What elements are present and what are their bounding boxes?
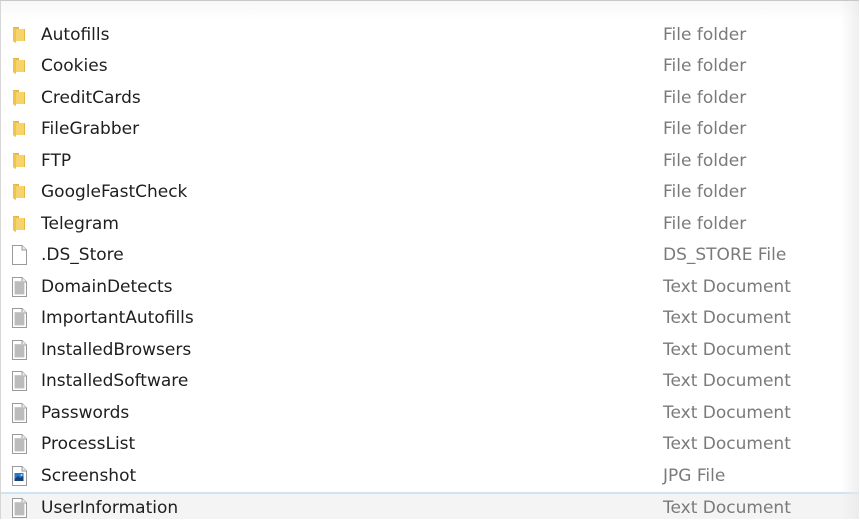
file-type: Text Document [663, 276, 791, 297]
file-name: Cookies [41, 56, 108, 77]
file-row-installedsoftware[interactable]: InstalledSoftware Text Document [1, 366, 859, 398]
file-name: GoogleFastCheck [41, 182, 188, 203]
text-document-icon [10, 276, 28, 297]
file-explorer-pane: Autofills File folder Cookies File folde… [0, 0, 859, 519]
file-type: Text Document [663, 371, 791, 392]
file-name: InstalledSoftware [41, 371, 189, 392]
file-name: Passwords [41, 402, 130, 423]
image-file-icon [10, 465, 28, 486]
blank-file-icon [10, 245, 28, 266]
file-list: Autofills File folder Cookies File folde… [1, 19, 859, 519]
folder-icon [10, 88, 28, 108]
file-type: File folder [663, 24, 747, 45]
file-type: Text Document [663, 402, 791, 423]
file-name: Autofills [41, 24, 110, 45]
folder-icon [10, 25, 28, 45]
file-type: Text Document [663, 339, 791, 360]
file-name: ProcessList [41, 434, 136, 455]
file-type: File folder [663, 87, 747, 108]
file-row-creditcards[interactable]: CreditCards File folder [1, 82, 859, 114]
file-type: File folder [663, 119, 747, 140]
folder-icon [10, 214, 28, 234]
folder-icon [10, 182, 28, 202]
text-document-icon [10, 402, 28, 423]
file-row-autofills[interactable]: Autofills File folder [1, 19, 859, 51]
text-document-icon [10, 308, 28, 329]
file-type: Text Document [663, 498, 791, 519]
file-type: DS_STORE File [663, 245, 787, 266]
folder-icon [10, 56, 28, 76]
file-type: Text Document [663, 308, 791, 329]
file-name: FTP [41, 150, 72, 171]
file-name: InstalledBrowsers [41, 339, 192, 360]
file-row-passwords[interactable]: Passwords Text Document [1, 397, 859, 429]
file-type: File folder [663, 56, 747, 77]
folder-icon [10, 119, 28, 139]
file-row-importantautofills[interactable]: ImportantAutofills Text Document [1, 303, 859, 335]
file-row-installedbrowsers[interactable]: InstalledBrowsers Text Document [1, 334, 859, 366]
file-row-ftp[interactable]: FTP File folder [1, 145, 859, 177]
file-name: UserInformation [41, 498, 179, 519]
folder-icon [10, 151, 28, 171]
text-document-icon [10, 339, 28, 360]
file-row-telegram[interactable]: Telegram File folder [1, 208, 859, 240]
file-type: File folder [663, 150, 747, 171]
file-type: File folder [663, 213, 747, 234]
file-type: Text Document [663, 434, 791, 455]
file-row-cookies[interactable]: Cookies File folder [1, 51, 859, 83]
file-name: Telegram [41, 213, 119, 234]
file-row-screenshot[interactable]: Screenshot JPG File [1, 460, 859, 492]
file-name: DomainDetects [41, 276, 173, 297]
text-document-icon [10, 498, 28, 519]
file-type: File folder [663, 182, 747, 203]
file-row-ds-store[interactable]: .DS_Store DS_STORE File [1, 240, 859, 272]
file-row-processlist[interactable]: ProcessList Text Document [1, 429, 859, 461]
file-name: .DS_Store [41, 245, 124, 266]
file-row-googlefastcheck[interactable]: GoogleFastCheck File folder [1, 177, 859, 209]
file-name: CreditCards [41, 87, 141, 108]
file-type: JPG File [663, 465, 726, 486]
file-name: FileGrabber [41, 119, 140, 140]
file-name: ImportantAutofills [41, 308, 194, 329]
text-document-icon [10, 434, 28, 455]
file-name: Screenshot [41, 465, 137, 486]
file-row-domaindetects[interactable]: DomainDetects Text Document [1, 271, 859, 303]
file-row-userinformation[interactable]: UserInformation Text Document [1, 491, 859, 519]
file-row-filegrabber[interactable]: FileGrabber File folder [1, 114, 859, 146]
text-document-icon [10, 371, 28, 392]
